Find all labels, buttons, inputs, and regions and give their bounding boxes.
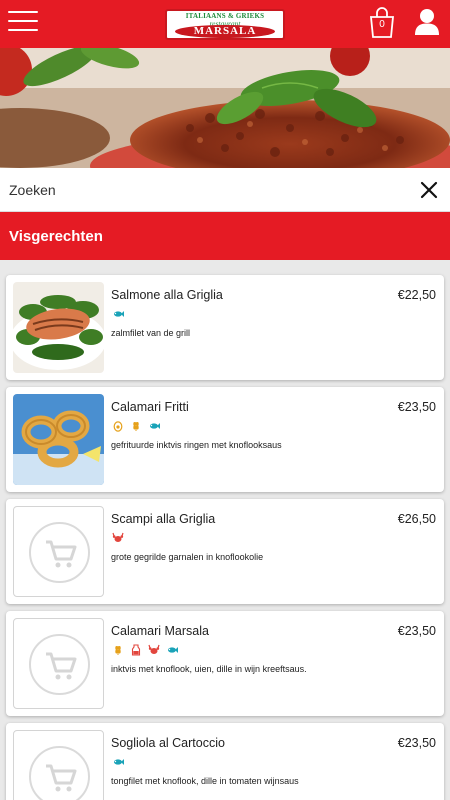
menu-item-card[interactable]: Scampi alla Griglia €26,50 grote gegrild… <box>6 499 444 604</box>
restaurant-logo[interactable]: ITALIAANS & GRIEKS restaurant MARSALA <box>165 9 285 40</box>
salmon-photo-icon <box>13 282 104 373</box>
user-icon <box>415 9 439 35</box>
calamari-photo-icon <box>13 394 104 485</box>
gluten-icon <box>115 646 121 655</box>
fish-icon <box>114 759 124 765</box>
shellfish-icon <box>112 532 124 542</box>
milk-icon <box>131 644 141 656</box>
menu-item-card[interactable]: Calamari Fritti €23,50 gefrituurde inktv… <box>6 387 444 492</box>
close-icon <box>420 181 438 199</box>
search-bar <box>0 168 450 212</box>
item-price: €23,50 <box>397 736 436 750</box>
menu-item-card[interactable]: Sogliola al Cartoccio €23,50 tongfilet m… <box>6 723 444 800</box>
menu-item-card[interactable]: Calamari Marsala €23,50 inktvis met knof… <box>6 611 444 716</box>
allergen-icons <box>112 532 124 544</box>
cart-count-badge: 0 <box>379 19 385 30</box>
item-photo <box>13 282 104 373</box>
fish-icon <box>114 311 124 317</box>
item-placeholder-image <box>13 618 104 709</box>
account-button[interactable] <box>414 8 440 36</box>
allergen-icons <box>112 756 124 768</box>
item-price: €23,50 <box>397 624 436 638</box>
placeholder-circle <box>29 522 90 583</box>
fish-icon <box>150 423 160 429</box>
shopping-cart-icon <box>46 652 77 680</box>
allergen-icons <box>112 308 124 320</box>
item-price: €26,50 <box>397 512 436 526</box>
hero-food-image <box>0 48 450 168</box>
search-input[interactable] <box>9 176 389 204</box>
allergen-icons <box>112 644 178 656</box>
item-name: Calamari Marsala <box>111 624 209 638</box>
item-price: €23,50 <box>397 400 436 414</box>
item-price: €22,50 <box>397 288 436 302</box>
placeholder-circle <box>29 746 90 800</box>
logo-line-3: MARSALA <box>175 25 275 38</box>
item-name: Sogliola al Cartoccio <box>111 736 225 750</box>
item-name: Salmone alla Griglia <box>111 288 223 302</box>
placeholder-circle <box>29 634 90 695</box>
item-description: inktvis met knoflook, uien, dille in wij… <box>111 664 307 674</box>
shopping-cart-icon <box>46 764 77 792</box>
menu-item-card[interactable]: Salmone alla Griglia €22,50 zalmfilet va… <box>6 275 444 380</box>
category-title: Visgerechten <box>9 228 103 245</box>
close-search-button[interactable] <box>420 181 438 199</box>
item-name: Calamari Fritti <box>111 400 189 414</box>
top-bar: ITALIAANS & GRIEKS restaurant MARSALA 0 <box>0 0 450 48</box>
category-header: Visgerechten <box>0 212 450 260</box>
item-photo <box>13 394 104 485</box>
menu-item-list[interactable]: Salmone alla Griglia €22,50 zalmfilet va… <box>0 260 450 800</box>
item-description: tongfilet met knoflook, dille in tomaten… <box>111 776 299 786</box>
spaghetti-bolognese-illustration <box>0 48 450 168</box>
shellfish-icon <box>148 644 160 654</box>
menu-screen: ITALIAANS & GRIEKS restaurant MARSALA 0 <box>0 0 450 800</box>
fish-icon <box>168 647 178 653</box>
item-placeholder-image <box>13 730 104 800</box>
item-placeholder-image <box>13 506 104 597</box>
item-description: grote gegrilde garnalen in knoflookolie <box>111 552 264 562</box>
item-description: gefrituurde inktvis ringen met knoflooks… <box>111 440 282 450</box>
egg-icon <box>113 421 123 432</box>
shopping-cart-icon <box>46 540 77 568</box>
item-name: Scampi alla Griglia <box>111 512 216 526</box>
gluten-icon <box>133 422 139 431</box>
allergen-icons <box>112 420 160 432</box>
shopping-bag-button[interactable]: 0 <box>369 7 395 38</box>
item-description: zalmfilet van de grill <box>111 328 191 338</box>
menu-icon[interactable] <box>8 11 38 37</box>
